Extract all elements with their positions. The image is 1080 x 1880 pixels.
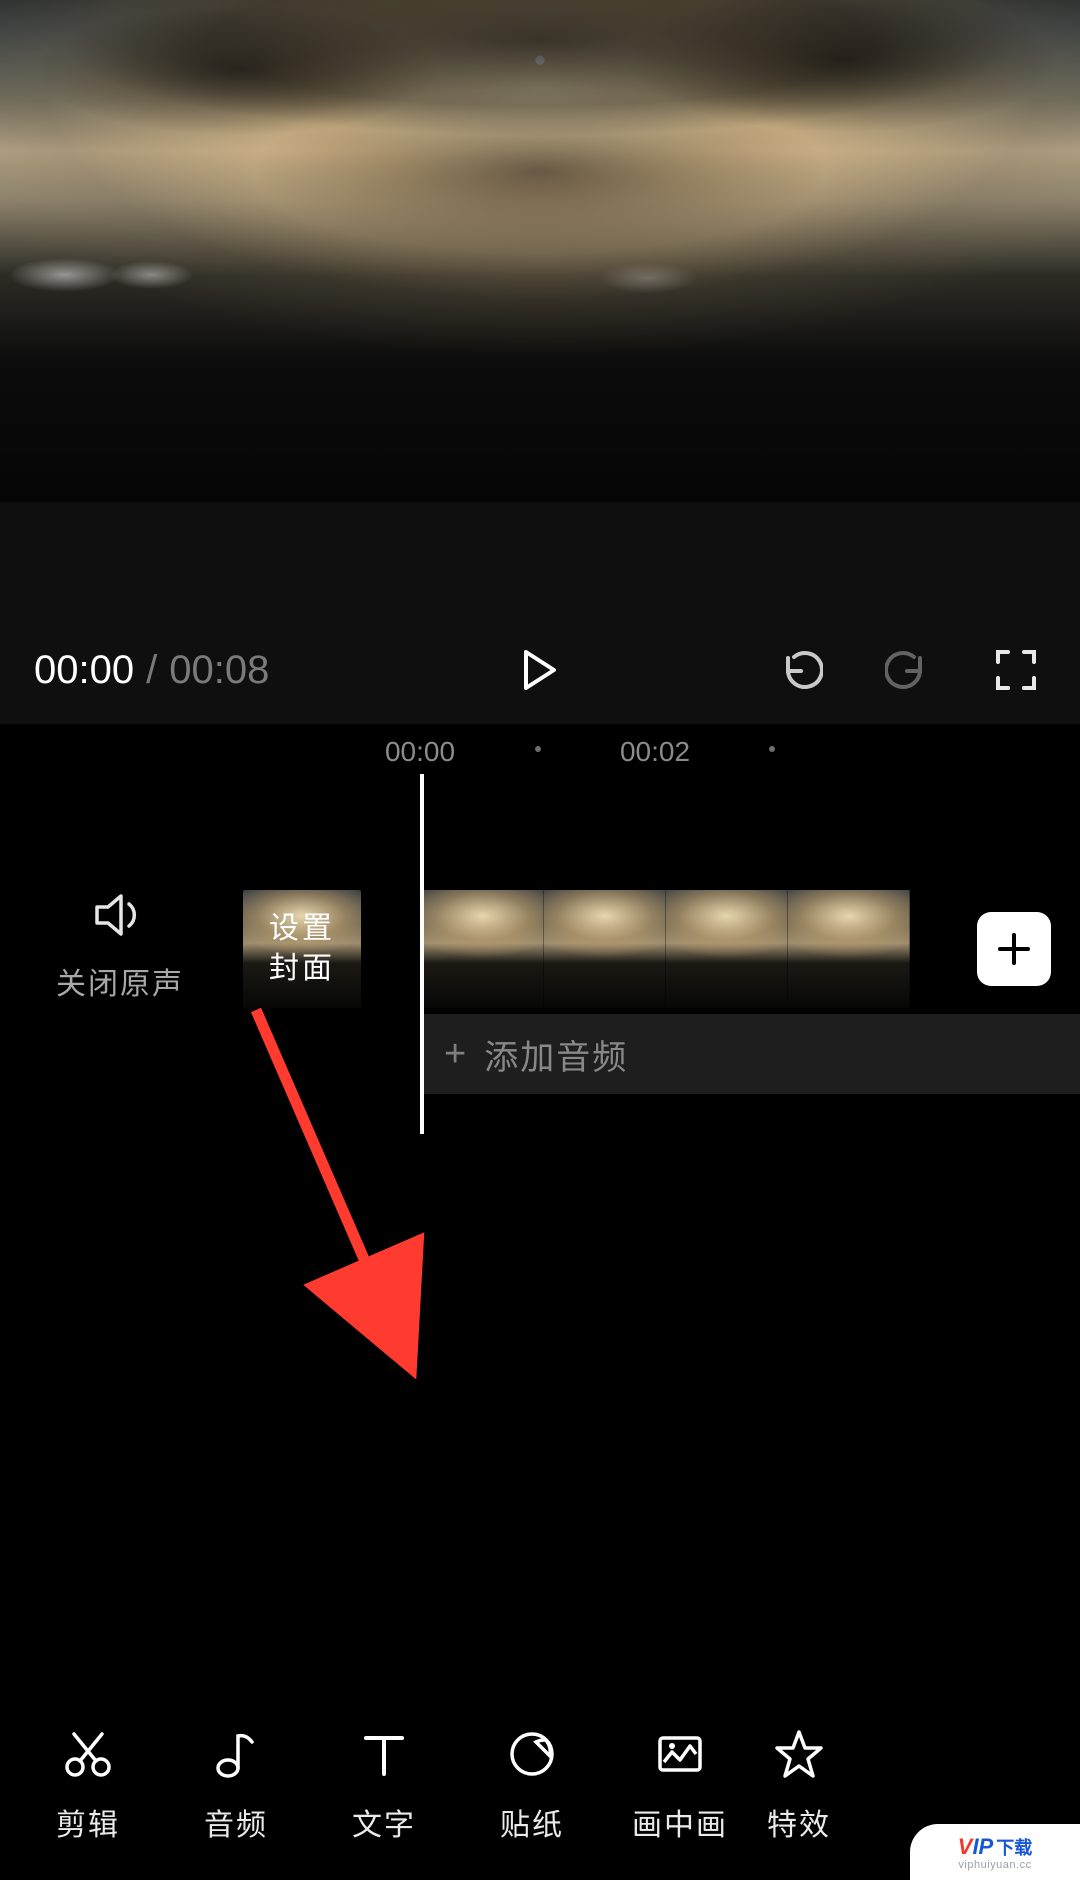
watermark-logo: V IP 下载 bbox=[958, 1834, 1032, 1860]
music-icon bbox=[208, 1726, 264, 1782]
tool-label: 特效 bbox=[767, 1800, 831, 1844]
pip-icon bbox=[652, 1726, 708, 1782]
redo-icon bbox=[885, 647, 931, 693]
add-clip-button[interactable] bbox=[977, 912, 1051, 986]
plus-icon bbox=[996, 931, 1032, 967]
ruler-tick-dot bbox=[535, 746, 541, 752]
tool-sticker[interactable]: 贴纸 bbox=[458, 1726, 606, 1844]
tool-audio[interactable]: 音频 bbox=[162, 1726, 310, 1844]
timeline-ruler[interactable]: 00:00 00:02 bbox=[0, 724, 1080, 774]
tool-edit[interactable]: 剪辑 bbox=[14, 1726, 162, 1844]
redo-button[interactable] bbox=[878, 640, 938, 700]
timeline[interactable]: 关闭原声 设置 封面 + 添加音频 bbox=[0, 774, 1080, 1706]
clip-frame[interactable] bbox=[544, 890, 666, 1008]
tool-label: 文字 bbox=[352, 1800, 416, 1844]
bottom-toolbar: 剪辑 音频 文字 贴纸 画中画 特效 bbox=[0, 1726, 1080, 1844]
ruler-tick-dot bbox=[769, 746, 775, 752]
fullscreen-icon bbox=[995, 649, 1037, 691]
playback-time: 00:00 / 00:08 bbox=[34, 648, 269, 693]
star-icon bbox=[771, 1726, 827, 1782]
add-audio-button[interactable]: + 添加音频 bbox=[422, 1014, 1080, 1094]
watermark-url: viphuiyuan.cc bbox=[958, 1859, 1031, 1871]
playback-bar: 00:00 / 00:08 bbox=[0, 630, 1080, 710]
undo-icon bbox=[777, 647, 823, 693]
add-audio-label: 添加音频 bbox=[484, 1030, 628, 1079]
set-cover-button[interactable]: 设置 封面 bbox=[243, 890, 361, 1008]
tool-text[interactable]: 文字 bbox=[310, 1726, 458, 1844]
text-icon bbox=[356, 1726, 412, 1782]
video-preview[interactable] bbox=[0, 0, 1080, 502]
set-cover-label: 设置 封面 bbox=[269, 909, 335, 989]
playhead[interactable] bbox=[420, 774, 424, 1134]
tool-label: 音频 bbox=[204, 1800, 268, 1844]
tool-pip[interactable]: 画中画 bbox=[606, 1726, 754, 1844]
fullscreen-button[interactable] bbox=[986, 640, 1046, 700]
ruler-label: 00:02 bbox=[620, 736, 690, 768]
preview-frame-image bbox=[0, 0, 1080, 502]
playback-panel: 00:00 / 00:08 bbox=[0, 502, 1080, 724]
scissors-icon bbox=[60, 1726, 116, 1782]
clip-frame[interactable] bbox=[788, 890, 910, 1008]
watermark: V IP 下载 viphuiyuan.cc bbox=[910, 1824, 1080, 1880]
speaker-icon bbox=[93, 890, 147, 940]
plus-icon: + bbox=[444, 1033, 466, 1076]
clip-frame[interactable] bbox=[422, 890, 544, 1008]
tool-label: 剪辑 bbox=[56, 1800, 120, 1844]
undo-button[interactable] bbox=[770, 640, 830, 700]
mute-original-audio-button[interactable]: 关闭原声 bbox=[0, 890, 240, 1003]
playback-right-controls bbox=[770, 640, 1046, 700]
time-total: 00:08 bbox=[169, 648, 269, 693]
tool-label: 贴纸 bbox=[500, 1800, 564, 1844]
tool-effects[interactable]: 特效 bbox=[754, 1726, 844, 1844]
sticker-icon bbox=[504, 1726, 560, 1782]
clip-frame[interactable] bbox=[666, 890, 788, 1008]
ruler-label: 00:00 bbox=[385, 736, 455, 768]
play-icon bbox=[523, 650, 557, 690]
tool-label: 画中画 bbox=[632, 1800, 728, 1844]
time-current: 00:00 bbox=[34, 648, 134, 693]
time-separator: / bbox=[140, 648, 163, 693]
play-button[interactable] bbox=[510, 640, 570, 700]
mute-label: 关闭原声 bbox=[0, 959, 240, 1003]
